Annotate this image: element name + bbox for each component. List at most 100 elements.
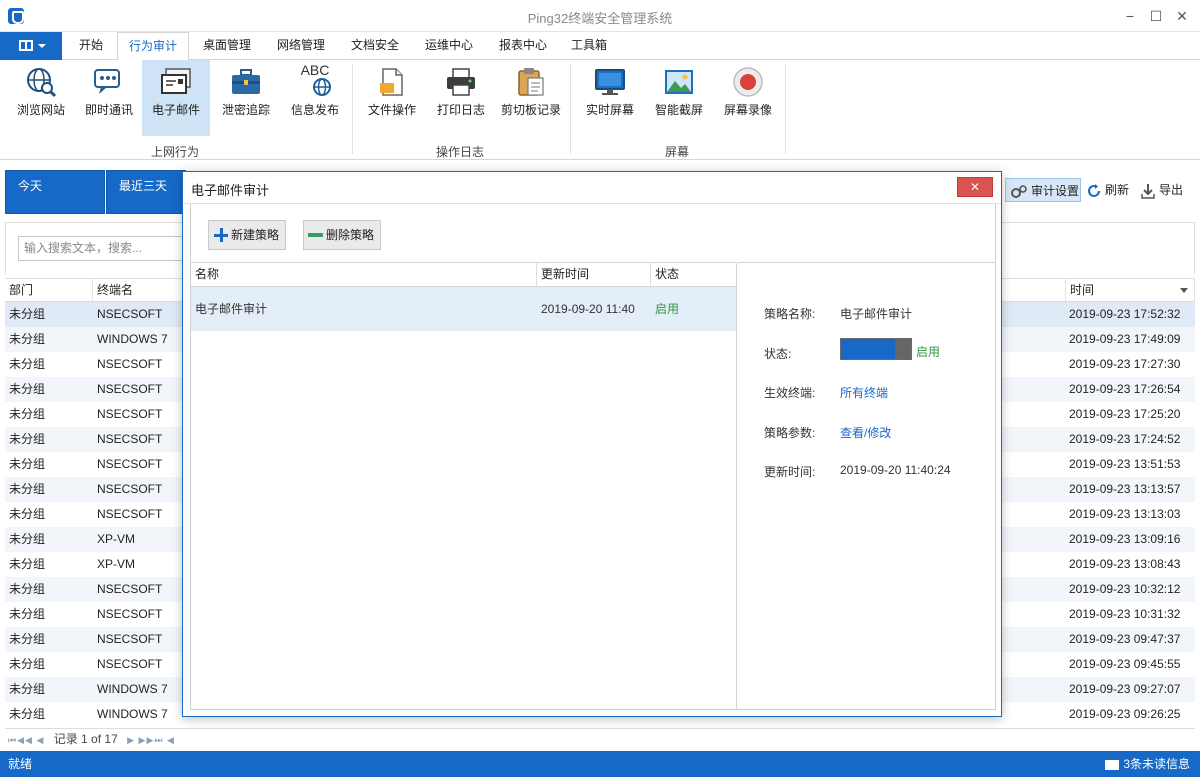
sort-desc-icon bbox=[1180, 288, 1188, 293]
ribbon-email-label: 电子邮件 bbox=[151, 103, 200, 117]
status-toggle[interactable] bbox=[840, 338, 912, 360]
ribbon-separator bbox=[785, 64, 786, 154]
policy-col-name[interactable]: 名称 bbox=[191, 263, 537, 287]
ribbon-smart-capture-button[interactable]: 智能截屏 bbox=[646, 60, 712, 136]
cell-dept: 未分组 bbox=[9, 332, 46, 346]
cell-dept: 未分组 bbox=[9, 307, 46, 321]
window-title: Ping32终端安全管理系统 bbox=[527, 11, 673, 26]
ribbon-leak-trace-button[interactable]: 泄密追踪 bbox=[212, 60, 280, 136]
policy-table: 名称 更新时间 状态 电子邮件审计 2019-09-20 11:40 启用 bbox=[191, 262, 737, 710]
policy-updated: 2019-09-20 11:40 bbox=[541, 302, 635, 316]
menu-bar: 开始 行为审计 桌面管理 网络管理 文档安全 运维中心 报表中心 工具箱 bbox=[0, 32, 1200, 61]
cell-dept: 未分组 bbox=[9, 432, 46, 446]
minimize-button[interactable]: − bbox=[1118, 6, 1142, 26]
tab-behavior-audit[interactable]: 行为审计 bbox=[117, 32, 189, 61]
filter-today-button[interactable]: 今天 bbox=[5, 170, 105, 214]
cell-terminal: WINDOWS 7 bbox=[97, 682, 168, 696]
column-header-time-label: 时间 bbox=[1070, 283, 1095, 297]
minus-icon bbox=[308, 233, 323, 237]
ribbon-live-screen-button[interactable]: 实时屏幕 bbox=[576, 60, 644, 136]
dialog-close-button[interactable]: ✕ bbox=[957, 177, 993, 197]
filter-three-days-button[interactable]: 最近三天 bbox=[106, 170, 186, 214]
printer-icon bbox=[447, 68, 475, 96]
export-icon bbox=[1141, 183, 1155, 199]
ribbon-screen-record-button[interactable]: 屏幕录像 bbox=[714, 60, 782, 136]
detail-updated-value: 2019-09-20 11:40:24 bbox=[840, 463, 951, 477]
cell-dept: 未分组 bbox=[9, 607, 46, 621]
cell-time: 2019-09-23 13:09:16 bbox=[1069, 532, 1181, 546]
refresh-button[interactable]: 刷新 bbox=[1086, 178, 1129, 202]
cell-terminal: NSECSOFT bbox=[97, 657, 163, 671]
cell-time: 2019-09-23 09:26:25 bbox=[1069, 707, 1181, 721]
maximize-button[interactable]: ☐ bbox=[1144, 6, 1168, 26]
ribbon-im-button[interactable]: 即时通讯 bbox=[76, 60, 142, 136]
clipboard-icon bbox=[518, 68, 544, 96]
ribbon-info-publish-button[interactable]: ABC 信息发布 bbox=[282, 60, 348, 136]
cell-terminal: NSECSOFT bbox=[97, 607, 163, 621]
briefcase-icon bbox=[232, 69, 260, 94]
ribbon-browse-web-label: 浏览网站 bbox=[16, 103, 65, 117]
all-terminals-link[interactable]: 所有终端 bbox=[840, 384, 888, 401]
cell-time: 2019-09-23 13:51:53 bbox=[1069, 457, 1181, 471]
cell-dept: 未分组 bbox=[9, 632, 46, 646]
new-policy-button[interactable]: 新建策略 bbox=[208, 220, 287, 250]
audit-settings-button[interactable]: 审计设置 bbox=[1005, 178, 1081, 202]
pager-first-prev-icons[interactable]: ⏮◀◀ ◀ bbox=[8, 735, 44, 745]
cell-terminal: XP-VM bbox=[97, 532, 136, 546]
toggle-knob bbox=[895, 339, 911, 359]
policy-col-updated[interactable]: 更新时间 bbox=[537, 263, 651, 287]
cell-dept: 未分组 bbox=[9, 657, 46, 671]
dialog-title: 电子邮件审计 bbox=[191, 183, 270, 198]
document-icon bbox=[380, 68, 403, 96]
tab-doc-security[interactable]: 文档安全 bbox=[340, 32, 410, 60]
ribbon-info-publish-label: 信息发布 bbox=[290, 103, 339, 117]
column-header-time[interactable]: 时间 bbox=[1065, 279, 1195, 302]
ribbon-smart-capture-label: 智能截屏 bbox=[654, 103, 703, 117]
unread-messages[interactable]: 3条未读信息 bbox=[1105, 751, 1190, 777]
pager-next-last-icons[interactable]: ▶ ▶▶⏭ ◀ bbox=[127, 735, 175, 745]
cell-terminal: WINDOWS 7 bbox=[97, 332, 168, 346]
cell-dept: 未分组 bbox=[9, 682, 46, 696]
ribbon-print-log-label: 打印日志 bbox=[436, 103, 485, 117]
tab-start[interactable]: 开始 bbox=[68, 32, 114, 60]
ribbon-email-button[interactable]: 电子邮件 bbox=[142, 60, 210, 136]
email-icon bbox=[161, 68, 191, 94]
close-button[interactable]: ✕ bbox=[1170, 6, 1194, 26]
policy-row[interactable]: 电子邮件审计 2019-09-20 11:40 启用 bbox=[191, 287, 736, 331]
delete-policy-button[interactable]: 删除策略 bbox=[303, 220, 382, 250]
view-edit-params-link[interactable]: 查看/修改 bbox=[840, 424, 891, 441]
tab-report-center[interactable]: 报表中心 bbox=[488, 32, 558, 60]
export-button[interactable]: 导出 bbox=[1140, 178, 1183, 202]
search-input[interactable]: 输入搜索文本，搜索... bbox=[18, 236, 183, 261]
cell-terminal: NSECSOFT bbox=[97, 432, 163, 446]
monitor-icon bbox=[595, 69, 625, 95]
ribbon-live-screen-label: 实时屏幕 bbox=[585, 103, 634, 117]
cell-time: 2019-09-23 09:27:07 bbox=[1069, 682, 1181, 696]
delete-policy-label: 删除策略 bbox=[326, 228, 375, 242]
column-header-terminal[interactable]: 终端名 bbox=[93, 279, 183, 302]
ribbon-im-label: 即时通讯 bbox=[84, 103, 133, 117]
ribbon-browse-web-button[interactable]: 浏览网站 bbox=[8, 60, 74, 136]
tab-ops-center[interactable]: 运维中心 bbox=[413, 32, 485, 60]
policy-col-status[interactable]: 状态 bbox=[651, 263, 736, 287]
ribbon-clipboard-button[interactable]: 剪切板记录 bbox=[496, 60, 566, 136]
pager-record-text: 记录 1 of 17 bbox=[53, 732, 118, 746]
tab-desktop-mgmt[interactable]: 桌面管理 bbox=[192, 32, 262, 60]
tab-toolbox[interactable]: 工具箱 bbox=[560, 32, 618, 60]
title-bar: Ping32终端安全管理系统 − ☐ ✕ bbox=[0, 0, 1200, 32]
detail-status-value: 启用 bbox=[916, 345, 941, 359]
cell-time: 2019-09-23 13:13:57 bbox=[1069, 482, 1181, 496]
cell-dept: 未分组 bbox=[9, 707, 46, 721]
ribbon-print-log-button[interactable]: 打印日志 bbox=[428, 60, 494, 136]
tab-network-mgmt[interactable]: 网络管理 bbox=[264, 32, 338, 60]
dialog-body: 新建策略 删除策略 名称 更新时间 状态 电子邮件审计 2019-09-20 1… bbox=[190, 204, 996, 710]
cell-time: 2019-09-23 13:13:03 bbox=[1069, 507, 1181, 521]
chevron-down-icon bbox=[38, 44, 46, 48]
policy-detail-panel: 策略名称: 电子邮件审计 状态: 启用 生效终端: 所有终端 策略参数: 查看/… bbox=[738, 262, 996, 710]
app-menu-button[interactable] bbox=[0, 32, 62, 60]
column-header-dept[interactable]: 部门 bbox=[5, 279, 93, 302]
ribbon-file-ops-button[interactable]: 文件操作 bbox=[358, 60, 426, 136]
unread-messages-label: 3条未读信息 bbox=[1123, 757, 1190, 771]
cell-dept: 未分组 bbox=[9, 382, 46, 396]
cell-dept: 未分组 bbox=[9, 557, 46, 571]
